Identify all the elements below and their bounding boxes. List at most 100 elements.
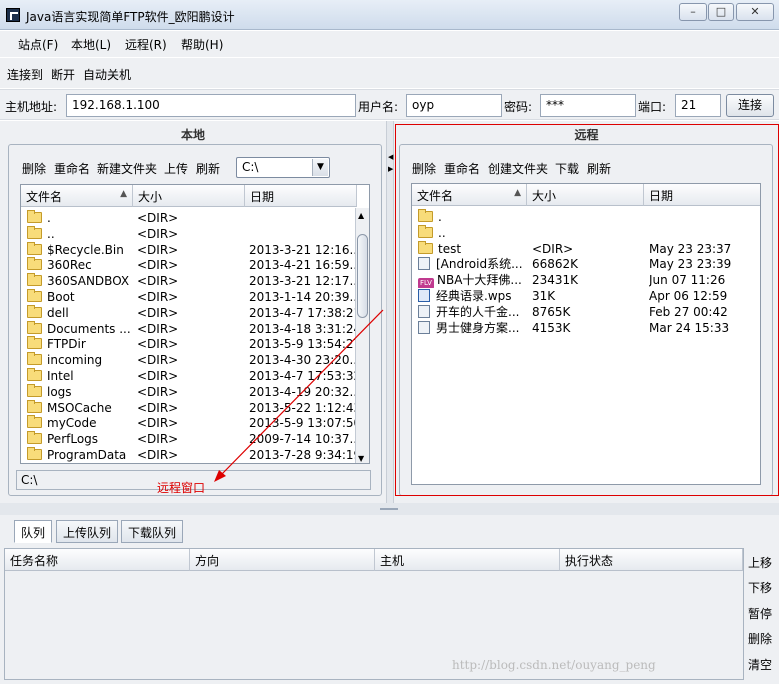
remote-col-size[interactable]: 大小 bbox=[527, 184, 644, 206]
delete-task-button[interactable]: 删除 bbox=[748, 630, 772, 647]
pause-button[interactable]: 暂停 bbox=[748, 605, 772, 622]
flv-video-icon: FLV bbox=[418, 278, 434, 289]
maximize-button[interactable]: □ bbox=[708, 3, 734, 21]
table-row[interactable]: $Recycle.Bin <DIR> 2013-3-21 12:16... bbox=[21, 241, 356, 258]
menu-remote[interactable]: 远程(R) bbox=[125, 36, 167, 53]
horizontal-splitter[interactable] bbox=[0, 503, 779, 515]
file-date-cell: 2013-7-28 9:34:19 bbox=[249, 448, 355, 462]
user-input[interactable]: oyp bbox=[406, 94, 502, 117]
local-scrollbar[interactable]: ▲ ▼ bbox=[355, 208, 369, 463]
table-row[interactable]: MSOCache <DIR> 2013-5-22 1:12:43 bbox=[21, 399, 356, 416]
remote-refresh-button[interactable]: 刷新 bbox=[587, 160, 611, 177]
queue-col-task[interactable]: 任务名称 bbox=[5, 549, 190, 571]
file-size-cell: 4153K bbox=[532, 320, 571, 335]
queue-col-direction[interactable]: 方向 bbox=[190, 549, 375, 571]
file-size-cell: <DIR> bbox=[137, 463, 243, 464]
local-new-folder-button[interactable]: 新建文件夹 bbox=[97, 160, 157, 177]
remote-delete-button[interactable]: 删除 bbox=[412, 160, 436, 177]
table-row[interactable]: .. bbox=[412, 224, 760, 241]
table-row[interactable]: 开车的人千金... 8765K Feb 27 00:42 bbox=[412, 304, 760, 320]
table-row[interactable]: incoming <DIR> 2013-4-30 23:20... bbox=[21, 352, 356, 368]
table-row[interactable]: test <DIR> May 23 23:37 bbox=[412, 240, 760, 257]
connect-button[interactable]: 连接 bbox=[726, 94, 774, 117]
arrow-left-icon[interactable]: ◀ bbox=[388, 153, 393, 161]
connect-to-button[interactable]: 连接到 bbox=[7, 66, 43, 83]
folder-icon bbox=[27, 225, 42, 239]
disconnect-button[interactable]: 断开 bbox=[51, 66, 75, 83]
sort-asc-icon: ▲ bbox=[120, 189, 127, 199]
table-row[interactable]: dell <DIR> 2013-4-7 17:38:21 bbox=[21, 304, 356, 321]
table-row[interactable]: . <DIR> bbox=[21, 210, 356, 226]
move-down-button[interactable]: 下移 bbox=[748, 579, 772, 596]
table-row[interactable]: FTPDir <DIR> 2013-5-9 13:54:27 bbox=[21, 336, 356, 352]
local-scroll-thumb[interactable] bbox=[357, 234, 368, 318]
table-row[interactable]: ProgramData <DIR> 2013-7-28 9:34:19 bbox=[21, 447, 356, 463]
table-row[interactable]: myCode <DIR> 2013-5-9 13:07:50 bbox=[21, 415, 356, 431]
file-name-cell: .. bbox=[418, 224, 528, 241]
table-row[interactable]: Intel <DIR> 2013-4-7 17:53:32 bbox=[21, 368, 356, 384]
table-row[interactable]: 360SANDBOX <DIR> 2013-3-21 12:17... bbox=[21, 273, 356, 289]
password-input[interactable]: *** bbox=[540, 94, 636, 117]
local-upload-button[interactable]: 上传 bbox=[164, 160, 188, 177]
local-col-name[interactable]: 文件名 ▲ bbox=[21, 185, 133, 207]
table-row[interactable]: logs <DIR> 2013-4-19 20:32... bbox=[21, 383, 356, 400]
scroll-down-icon[interactable]: ▼ bbox=[358, 454, 364, 463]
menu-site[interactable]: 站点(F) bbox=[18, 36, 58, 53]
file-name-cell: Documents ... bbox=[27, 320, 135, 337]
grip-icon[interactable] bbox=[380, 508, 398, 510]
tab-upload-queue[interactable]: 上传队列 bbox=[56, 520, 119, 543]
menu-local[interactable]: 本地(L) bbox=[71, 36, 111, 53]
table-row[interactable]: Program Files<DIR> 2013-7-28 9:34:59 bbox=[21, 462, 356, 464]
remote-col-name[interactable]: 文件名 ▲ bbox=[412, 184, 527, 206]
move-up-button[interactable]: 上移 bbox=[748, 554, 772, 571]
scroll-up-icon[interactable]: ▲ bbox=[358, 211, 364, 220]
sort-asc-icon: ▲ bbox=[514, 188, 521, 198]
table-row[interactable]: Boot <DIR> 2013-1-14 20:39... bbox=[21, 289, 356, 305]
local-file-table: 文件名 ▲ 大小 日期 . <DIR>.. <DIR> $Recycle.Bin <DIR… bbox=[20, 184, 370, 464]
queue-col-host[interactable]: 主机 bbox=[375, 549, 560, 571]
drive-select[interactable]: C:\ ▼ bbox=[236, 157, 330, 178]
tab-download-queue[interactable]: 下载队列 bbox=[121, 520, 184, 543]
table-row[interactable]: 经典语录.wps 31K Apr 06 12:59 bbox=[412, 288, 760, 304]
table-row[interactable]: [Android系统... 66862K May 23 23:39 bbox=[412, 256, 760, 272]
local-delete-button[interactable]: 删除 bbox=[22, 160, 46, 177]
remote-download-button[interactable]: 下载 bbox=[555, 160, 579, 177]
file-name-cell: dell bbox=[27, 304, 135, 321]
queue-col-status[interactable]: 执行状态 bbox=[560, 549, 743, 571]
local-panel: 本地 删除 重命名 新建文件夹 上传 刷新 C:\ ▼ 文件名 ▲ 大小 日期 .… bbox=[0, 121, 386, 503]
file-date-cell: 2013-4-30 23:20... bbox=[249, 353, 355, 368]
chevron-down-icon[interactable]: ▼ bbox=[312, 159, 328, 176]
minimize-button[interactable]: – bbox=[679, 3, 707, 21]
file-date-cell: 2013-4-19 20:32... bbox=[249, 384, 355, 399]
remote-rename-button[interactable]: 重命名 bbox=[444, 160, 480, 177]
local-rename-button[interactable]: 重命名 bbox=[54, 160, 90, 177]
table-row[interactable]: Documents ... <DIR> 2013-4-18 3:31:24 bbox=[21, 320, 356, 337]
menu-help[interactable]: 帮助(H) bbox=[181, 36, 223, 53]
file-name-cell: . bbox=[27, 210, 135, 226]
table-row[interactable]: . bbox=[412, 209, 760, 225]
table-row[interactable]: PerfLogs <DIR> 2009-7-14 10:37... bbox=[21, 431, 356, 447]
vertical-splitter[interactable]: ◀ ▶ bbox=[386, 121, 394, 503]
table-row[interactable]: 男士健身方案... 4153K Mar 24 15:33 bbox=[412, 320, 760, 336]
local-col-size[interactable]: 大小 bbox=[133, 185, 245, 207]
table-row[interactable]: 360Rec <DIR> 2013-4-21 16:59... bbox=[21, 257, 356, 273]
local-col-date[interactable]: 日期 bbox=[245, 185, 357, 207]
close-button[interactable]: ✕ bbox=[736, 3, 774, 21]
table-row[interactable]: .. <DIR> bbox=[21, 225, 356, 242]
file-size-cell: <DIR> bbox=[137, 384, 179, 399]
host-input[interactable]: 192.168.1.100 bbox=[66, 94, 356, 117]
remote-create-folder-button[interactable]: 创建文件夹 bbox=[488, 160, 548, 177]
arrow-right-icon[interactable]: ▶ bbox=[388, 165, 393, 173]
file-name-cell: FTPDir bbox=[27, 336, 135, 352]
port-input[interactable]: 21 bbox=[675, 94, 721, 117]
tab-queue[interactable]: 队列 bbox=[14, 520, 53, 543]
local-refresh-button[interactable]: 刷新 bbox=[196, 160, 220, 177]
folder-icon bbox=[27, 415, 42, 429]
table-row[interactable]: FLV NBA十大拜佛... 23431K Jun 07 11:26 bbox=[412, 272, 760, 289]
clear-button[interactable]: 清空 bbox=[748, 656, 772, 673]
auto-shutdown-button[interactable]: 自动关机 bbox=[83, 66, 131, 83]
remote-col-date[interactable]: 日期 bbox=[644, 184, 760, 206]
file-size-cell: <DIR> bbox=[137, 226, 179, 241]
file-date-cell: 2013-4-7 17:38:21 bbox=[249, 305, 355, 320]
file-date-cell: Apr 06 12:59 bbox=[649, 289, 728, 303]
